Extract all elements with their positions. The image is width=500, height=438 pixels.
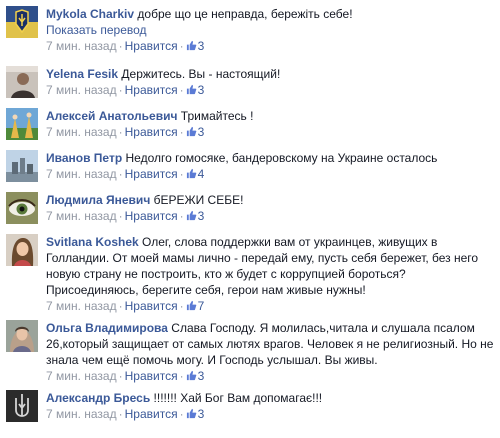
comment-text: бЕРЕЖИ СЕБЕ! [153,193,244,207]
like-link[interactable]: Нравится [125,83,178,97]
like-link[interactable]: Нравится [125,369,178,383]
avatar[interactable] [6,320,38,352]
comment-author[interactable]: Yelena Fesik [46,67,118,81]
like-count[interactable]: 7 [198,299,205,313]
comment-body: Алексей Анатольевич Тримайтесь ! 7 мин. … [46,108,496,140]
thumbs-up-icon [186,300,197,311]
comment-time[interactable]: 7 мин. назад [46,125,117,139]
comment-time[interactable]: 7 мин. назад [46,209,117,223]
comment-author[interactable]: Людмила Яневич [46,193,150,207]
avatar[interactable] [6,108,38,140]
comment-meta: 7 мин. назад · Нравится · 3 [46,83,205,97]
comment-meta: 7 мин. назад · Нравится · 3 [46,209,205,223]
like-count[interactable]: 3 [198,39,205,53]
comment-body: Людмила Яневич бЕРЕЖИ СЕБЕ! 7 мин. назад… [46,192,496,224]
thumbs-up-icon [186,370,197,381]
like-count[interactable]: 4 [198,167,205,181]
comment-time[interactable]: 7 мин. назад [46,167,117,181]
like-link[interactable]: Нравится [125,407,178,421]
like-count[interactable]: 3 [198,125,205,139]
comment-meta: 7 мин. назад · Нравится · 3 [46,407,205,421]
comment-time[interactable]: 7 мин. назад [46,369,117,383]
like-count[interactable]: 3 [198,369,205,383]
comment-author[interactable]: Svitlana Koshek [46,235,139,249]
comment-meta: 7 мин. назад · Нравится · 3 [46,125,205,139]
comment-meta: 7 мин. назад · Нравится · 4 [46,167,205,181]
comment-text: !!!!!!! Хай Бог Вам допомагає!!! [153,391,323,405]
comment-time[interactable]: 7 мин. назад [46,407,117,421]
like-link[interactable]: Нравится [125,125,178,139]
thumbs-up-icon [186,210,197,221]
comment-meta: 7 мин. назад · Нравится · 7 [46,299,205,313]
comment-author[interactable]: Александр Бресь [46,391,150,405]
comment-author[interactable]: Mykola Charkiv [46,7,134,21]
comment-text: Тримайтесь ! [180,109,254,123]
avatar[interactable] [6,234,38,266]
like-count[interactable]: 3 [198,83,205,97]
comment-meta: 7 мин. назад · Нравится · 3 [46,369,205,383]
comment-time[interactable]: 7 мин. назад [46,39,117,53]
avatar[interactable] [6,6,38,38]
comment-author[interactable]: Иванов Петр [46,151,122,165]
comment-text: Держитесь. Вы - настоящий! [121,67,281,81]
like-count[interactable]: 3 [198,407,205,421]
avatar[interactable] [6,150,38,182]
comment-body: Svitlana Koshek Олег, слова поддержки ва… [46,234,496,314]
like-count[interactable]: 3 [198,209,205,223]
comment-body: Ольга Владимирова Слава Господу. Я молил… [46,320,496,384]
comment-meta: 7 мин. назад · Нравится · 3 [46,39,205,53]
thumbs-up-icon [186,40,197,51]
thumbs-up-icon [186,168,197,179]
comment-text: добре що це неправда, бережіть себе! [137,7,353,21]
like-link[interactable]: Нравится [125,299,178,313]
avatar[interactable] [6,192,38,224]
comment-body: Иванов Петр Недолго гомосяке, бандеровск… [46,150,496,182]
like-link[interactable]: Нравится [125,209,178,223]
comment-author[interactable]: Ольга Владимирова [46,321,168,335]
like-link[interactable]: Нравится [125,39,178,53]
comment-text: Недолго гомосяке, бандеровскому на Украи… [125,151,438,165]
comment-time[interactable]: 7 мин. назад [46,299,117,313]
comment-time[interactable]: 7 мин. назад [46,83,117,97]
thumbs-up-icon [186,408,197,419]
avatar[interactable] [6,390,38,422]
avatar[interactable] [6,66,38,98]
comment-author[interactable]: Алексей Анатольевич [46,109,177,123]
show-translation-link[interactable]: Показать перевод [46,22,496,38]
comment-body: Yelena Fesik Держитесь. Вы - настоящий! … [46,66,496,98]
comment-body: Александр Бресь !!!!!!! Хай Бог Вам допо… [46,390,496,422]
like-link[interactable]: Нравится [125,167,178,181]
thumbs-up-icon [186,126,197,137]
comment-body: Mykola Charkiv добре що це неправда, бер… [46,6,496,54]
thumbs-up-icon [186,84,197,95]
